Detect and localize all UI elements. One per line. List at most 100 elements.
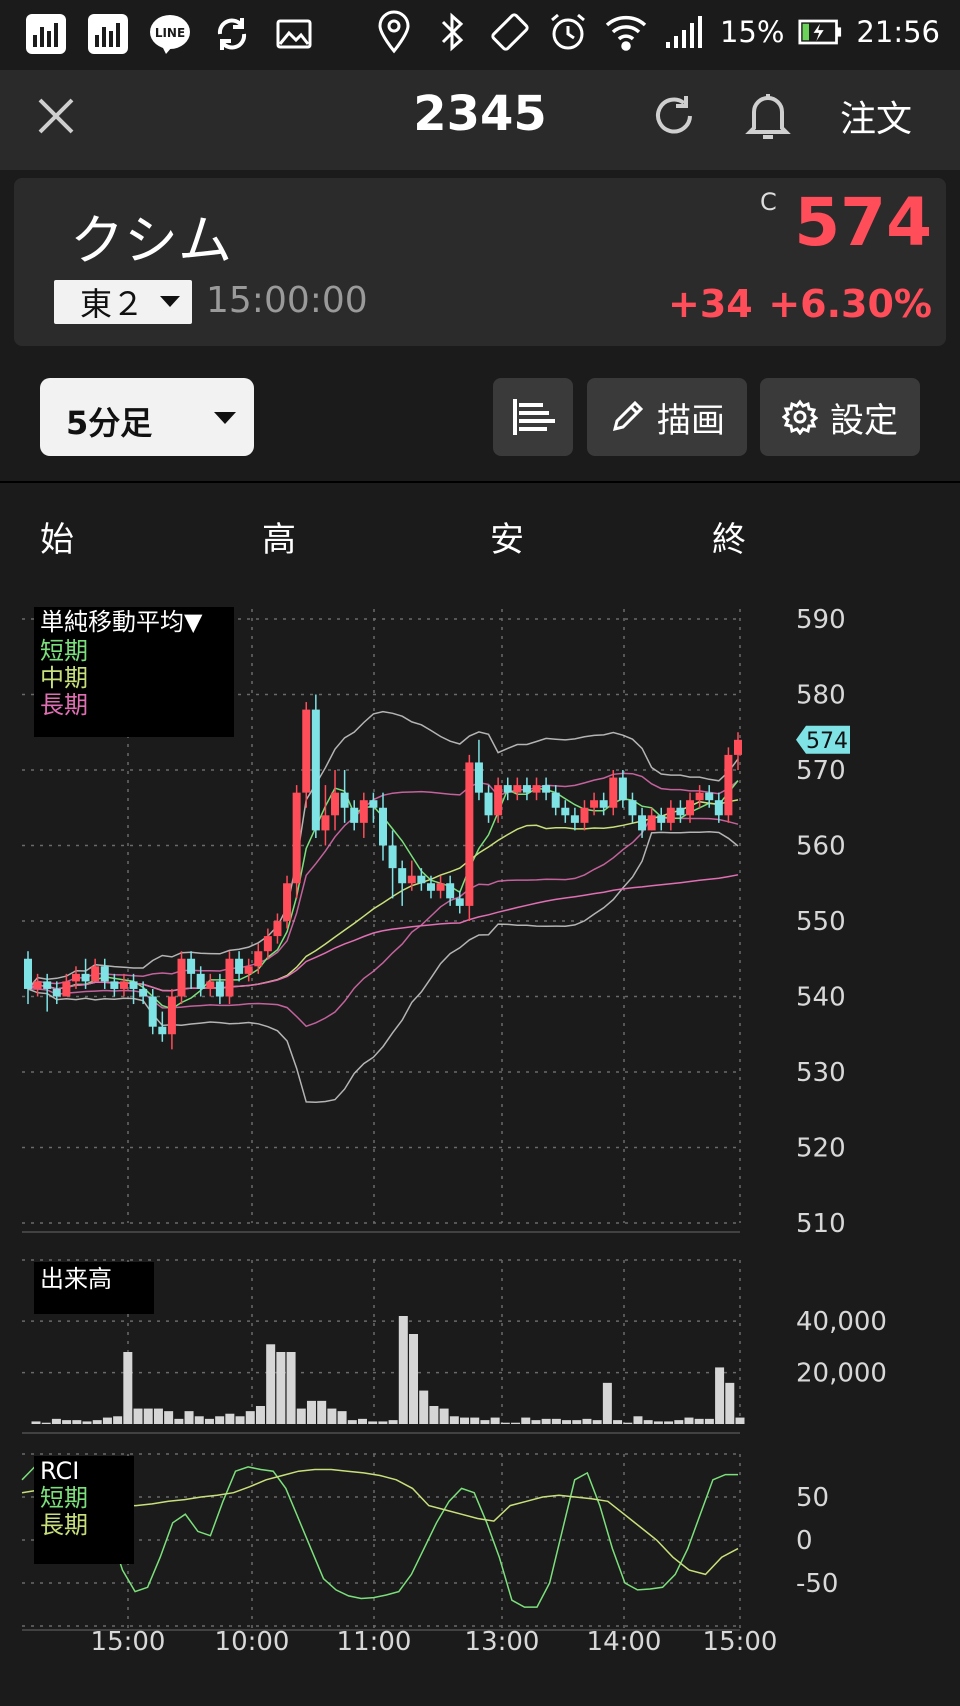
settings-button[interactable]: 設定 <box>760 378 920 456</box>
candle-body <box>705 792 714 801</box>
volume-bar <box>31 1421 41 1424</box>
time-tick-label: 13:00 <box>465 1627 540 1657</box>
volume-bar <box>327 1408 337 1424</box>
candle-body <box>33 981 42 989</box>
volume-bar <box>51 1418 61 1424</box>
candle-body <box>676 807 685 816</box>
interval-select[interactable]: 5分足 <box>40 378 254 456</box>
gear-icon <box>782 399 818 435</box>
candle-body <box>714 800 723 816</box>
candle-body <box>426 883 435 891</box>
volume-bar <box>72 1420 82 1424</box>
image-icon <box>272 12 316 56</box>
location-icon <box>372 10 416 54</box>
volume-bar <box>715 1367 725 1424</box>
volume-bar <box>419 1390 429 1424</box>
candle-body <box>52 988 61 997</box>
ma-legend-mid: 中期 <box>40 664 88 692</box>
volume-bar <box>521 1417 531 1424</box>
candle-body <box>561 807 570 816</box>
order-button[interactable]: 注文 <box>840 90 912 142</box>
candle-body <box>139 988 148 997</box>
candle-body <box>379 807 387 846</box>
volume-bar <box>562 1420 572 1424</box>
order-book-icon <box>513 399 555 435</box>
candle-body <box>158 1026 167 1035</box>
volume-bar <box>317 1400 327 1424</box>
ma-legend-title[interactable]: 単純移動平均▼ <box>40 608 203 636</box>
volume-bar <box>174 1418 184 1424</box>
volume-bar <box>623 1422 633 1424</box>
price-change-percent: +6.30% <box>768 282 932 326</box>
volume-bar <box>694 1418 704 1424</box>
volume-bar <box>357 1418 367 1424</box>
alarm-icon <box>546 10 590 54</box>
candle-body <box>292 792 301 884</box>
rci-title: RCI <box>40 1457 79 1485</box>
status-right: 15% 21:56 <box>372 10 940 54</box>
candle-body <box>244 966 253 974</box>
volume-bar <box>398 1316 408 1424</box>
volume-bar <box>123 1352 133 1424</box>
last-price-marker: 574 <box>796 725 850 754</box>
bluetooth-icon <box>430 10 474 54</box>
volume-bar <box>592 1420 602 1424</box>
volume-bar <box>602 1382 612 1424</box>
volume-bar <box>102 1417 112 1424</box>
wifi-icon <box>604 10 648 54</box>
current-price: 574 <box>794 184 932 261</box>
stock-name: クシム <box>70 209 232 272</box>
candle-body <box>580 807 589 823</box>
volume-bar <box>684 1417 694 1424</box>
candle-body <box>43 981 52 989</box>
bell-icon <box>745 94 791 139</box>
volume-bar <box>572 1420 582 1424</box>
volume-bar <box>276 1352 286 1424</box>
candle-body <box>110 981 119 989</box>
volume-bar <box>480 1420 490 1424</box>
volume-bar <box>725 1382 735 1424</box>
candle-body <box>283 883 292 921</box>
price-tick-label: 570 <box>796 756 846 786</box>
volume-bar <box>204 1418 214 1424</box>
settings-label: 設定 <box>830 400 898 441</box>
price-flag: C <box>760 188 777 216</box>
alert-button[interactable] <box>744 90 792 142</box>
volume-bar <box>215 1416 225 1424</box>
candle-body <box>71 973 80 982</box>
market-select[interactable]: 東２ <box>54 280 192 324</box>
candle-body <box>273 921 282 937</box>
rotate-icon <box>488 10 532 54</box>
volume-bar <box>62 1420 72 1424</box>
volume-bar <box>286 1352 296 1424</box>
candle-body <box>177 958 186 997</box>
board-button[interactable] <box>493 378 573 456</box>
close-button[interactable] <box>34 94 78 138</box>
volume-tick-label: 40,000 <box>796 1307 887 1337</box>
volume-bar <box>143 1408 153 1424</box>
volume-bar <box>409 1334 419 1424</box>
candle-body <box>532 785 541 793</box>
candle-body <box>503 785 512 793</box>
volume-bar <box>235 1416 245 1424</box>
status-bar: LINE 15% 21:56 <box>0 0 960 68</box>
candle-body <box>734 739 742 755</box>
interval-label: 5分足 <box>66 404 153 442</box>
battery-percent: 15% <box>719 15 785 49</box>
sync-icon <box>210 12 254 56</box>
candle-body <box>599 800 608 808</box>
divider <box>0 481 960 483</box>
volume-bar <box>225 1413 235 1424</box>
stock-chart[interactable]: 510520530540550560570580590 574 単純移動平均▼ … <box>0 560 960 1706</box>
draw-button[interactable]: 描画 <box>587 378 747 456</box>
volume-bar <box>633 1416 643 1424</box>
candle-body <box>350 807 359 823</box>
candle-body <box>321 815 330 831</box>
volume-bar <box>511 1422 521 1424</box>
volume-bar <box>490 1417 500 1424</box>
volume-bar <box>653 1421 663 1424</box>
refresh-button[interactable] <box>650 92 698 140</box>
pencil-icon <box>612 400 644 432</box>
rci-legend-short: 短期 <box>40 1484 88 1512</box>
volume-bar <box>531 1420 541 1424</box>
